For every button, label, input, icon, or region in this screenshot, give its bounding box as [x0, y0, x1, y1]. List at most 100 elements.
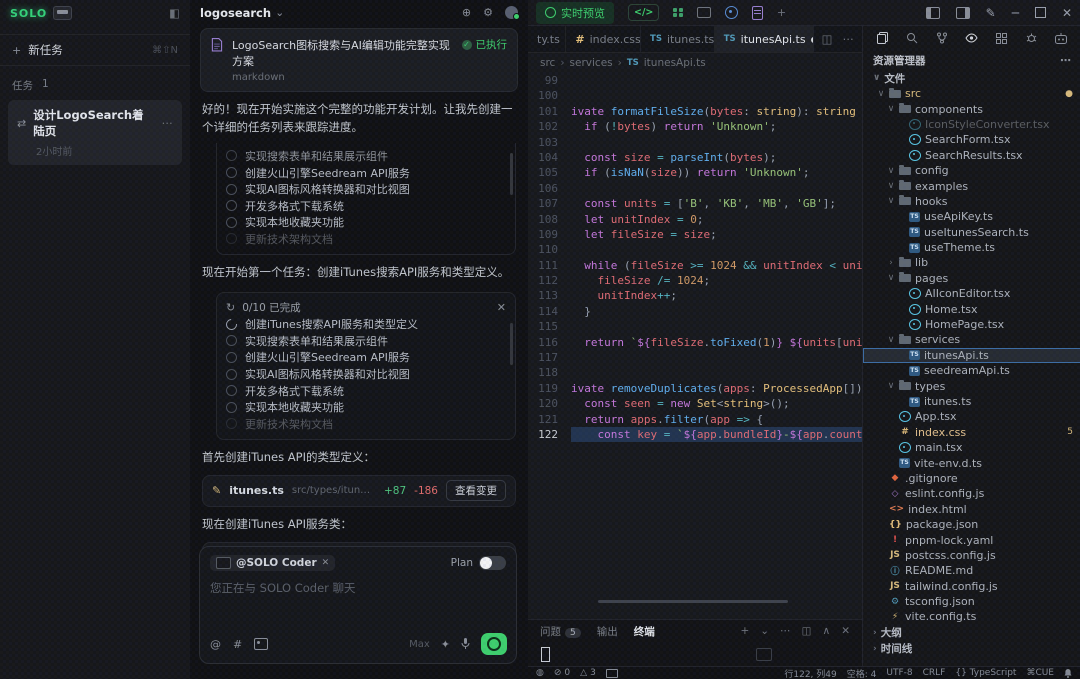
source-control-icon[interactable] — [937, 32, 947, 44]
tree-item-src[interactable]: ∨src● — [863, 86, 1080, 101]
new-chat-icon[interactable]: ⊕ — [462, 7, 471, 18]
chat-input[interactable]: 您正在与 SOLO Coder 聊天 — [210, 580, 506, 596]
image-attach-icon[interactable] — [254, 638, 268, 650]
code-line[interactable]: 114 } — [528, 304, 862, 319]
tree-item-types[interactable]: ∨types — [863, 378, 1080, 393]
extensions-icon[interactable] — [996, 33, 1007, 44]
tree-item-tailwind.config.js[interactable]: JStailwind.config.js — [863, 579, 1080, 594]
bell-icon[interactable] — [1064, 669, 1072, 678]
tree-item-Home.tsx[interactable]: Home.tsx — [863, 301, 1080, 316]
horizontal-scrollbar[interactable] — [598, 600, 788, 603]
code-line[interactable]: 117 — [528, 350, 862, 365]
tree-item-useItunesSearch.ts[interactable]: TSuseItunesSearch.ts — [863, 225, 1080, 240]
max-mode-label[interactable]: Max — [409, 639, 430, 650]
tree-item-seedreamApi.ts[interactable]: TSseedreamApi.ts — [863, 363, 1080, 378]
edit-layout-icon[interactable]: ✎ — [986, 6, 996, 20]
code-line[interactable]: 108 let unitIndex = 0; — [528, 212, 862, 227]
panel-up-icon[interactable]: ∧ — [823, 625, 831, 637]
bug-icon[interactable] — [1026, 32, 1037, 44]
code-line[interactable]: 113 unitIndex++; — [528, 288, 862, 303]
editor-tab-itunes.ts[interactable]: TSitunes.ts — [641, 26, 715, 52]
code-line[interactable]: 102 if (!bytes) return 'Unknown'; — [528, 119, 862, 134]
split-editor-icon[interactable]: ◫ — [822, 32, 833, 46]
more-icon[interactable]: ⋯ — [780, 625, 791, 637]
tree-item-vite-env.d.ts[interactable]: TSvite-env.d.ts — [863, 455, 1080, 470]
scrollbar-thumb[interactable] — [510, 153, 513, 195]
editor-tab-itunesApi.ts[interactable]: TSitunesApi.ts● — [715, 26, 814, 52]
tree-item-eslint.config.js[interactable]: ◇eslint.config.js — [863, 486, 1080, 501]
collapse-sidebar-icon[interactable]: ◧ — [169, 6, 180, 20]
remove-chip-icon[interactable]: ✕ — [322, 558, 330, 568]
document-icon[interactable] — [752, 6, 763, 20]
mention-chip[interactable]: @SOLO Coder ✕ — [210, 555, 335, 571]
maximize-button[interactable] — [1035, 7, 1046, 18]
grid-view-icon[interactable] — [673, 8, 683, 18]
errors-indicator[interactable]: ⊘0 — [554, 668, 570, 678]
breadcrumb[interactable]: src› services› TS itunesApi.ts — [528, 53, 862, 73]
close-button[interactable]: ✕ — [1062, 6, 1072, 20]
code-line[interactable]: 104 const size = parseInt(bytes); — [528, 150, 862, 165]
language-mode[interactable]: {} TypeScript — [955, 668, 1016, 678]
tree-item-pnpm-lock.yaml[interactable]: !pnpm-lock.yaml — [863, 532, 1080, 547]
chat-input-box[interactable]: @SOLO Coder ✕ Plan 您正在与 SOLO Coder 聊天 @ … — [199, 546, 517, 664]
code-line[interactable]: 118 — [528, 365, 862, 380]
tree-item-itunesApi.ts[interactable]: TSitunesApi.ts — [863, 348, 1080, 363]
chevron-down-icon[interactable]: ⌄ — [275, 7, 284, 18]
split-terminal-icon[interactable]: ◫ — [802, 625, 812, 637]
tree-item-HomePage.tsx[interactable]: HomePage.tsx — [863, 317, 1080, 332]
code-line[interactable]: 112 fileSize /= 1024; — [528, 273, 862, 288]
tree-item-itunes.ts[interactable]: TSitunes.ts — [863, 394, 1080, 409]
context-hash-icon[interactable]: # — [233, 639, 242, 650]
code-line[interactable]: 122 const key = `${app.bundleId}-${app.c… — [528, 427, 862, 442]
browser-icon[interactable] — [725, 6, 738, 19]
panel-right-icon[interactable] — [956, 7, 970, 19]
tree-item-services[interactable]: ∨services — [863, 332, 1080, 347]
tree-item-hooks[interactable]: ∨hooks — [863, 194, 1080, 209]
tree-item-package.json[interactable]: {}package.json — [863, 517, 1080, 532]
code-line[interactable]: 116 return `${fileSize.toFixed(1)} ${uni… — [528, 335, 862, 350]
files-icon[interactable] — [877, 32, 888, 44]
view-changes-button[interactable]: 查看变更 — [446, 480, 506, 501]
send-button[interactable] — [481, 633, 507, 655]
indentation[interactable]: 空格: 4 — [847, 667, 877, 679]
close-icon[interactable]: ✕ — [497, 302, 506, 313]
timeline-section-header[interactable]: › 时间线 — [863, 641, 1080, 657]
tree-item-pages[interactable]: ∨pages — [863, 271, 1080, 286]
tree-item-index.css[interactable]: #index.css5 — [863, 425, 1080, 440]
tree-item-examples[interactable]: ∨examples — [863, 178, 1080, 193]
panel-left-icon[interactable] — [926, 7, 940, 19]
tree-item-tsconfig.json[interactable]: ⚙tsconfig.json — [863, 594, 1080, 609]
file-diff-card[interactable]: ✎ itunes.ts src/types/itunes.ts +87 -186… — [202, 475, 516, 507]
code-line[interactable]: 110 — [528, 242, 862, 257]
new-terminal-icon[interactable]: + — [740, 625, 749, 637]
task-card[interactable]: ⇄ 设计LogoSearch着陆页 ⋯ 2小时前 — [8, 100, 182, 165]
minimize-button[interactable]: ─ — [1012, 6, 1019, 20]
tree-item-config[interactable]: ∨config — [863, 163, 1080, 178]
search-icon[interactable] — [906, 32, 918, 44]
tab-output[interactable]: 输出 — [597, 624, 618, 639]
new-task-button[interactable]: + 新任务 ⌘⇧N — [0, 34, 190, 66]
doc-card[interactable]: LogoSearch图标搜索与AI编辑功能完整实现方案 markdown ✓ 已… — [200, 28, 518, 92]
code-line[interactable]: 107 const units = ['B', 'KB', 'MB', 'GB'… — [528, 196, 862, 211]
tree-item-App.tsx[interactable]: App.tsx — [863, 409, 1080, 424]
mic-icon[interactable] — [461, 638, 470, 650]
avatar[interactable] — [505, 6, 518, 19]
chevron-down-icon[interactable]: ⌄ — [760, 625, 769, 637]
code-line[interactable]: 111 while (fileSize >= 1024 && unitIndex… — [528, 258, 862, 273]
ai-assistant-icon[interactable] — [1055, 33, 1067, 44]
tab-problems[interactable]: 问题5 — [540, 624, 581, 639]
code-line[interactable]: 106 — [528, 181, 862, 196]
code-line[interactable]: 119ivate removeDuplicates(apps: Processe… — [528, 381, 862, 396]
code-view-icon[interactable]: </> — [628, 4, 659, 21]
live-preview-tab[interactable]: 实时预览 — [536, 2, 614, 24]
eye-icon[interactable] — [965, 33, 978, 43]
tab-terminal[interactable]: 终端 — [634, 624, 655, 639]
tree-item-README.md[interactable]: ⓘREADME.md — [863, 563, 1080, 578]
more-icon[interactable]: ⋯ — [1060, 55, 1071, 66]
code-line[interactable]: 100 — [528, 88, 862, 103]
code-line[interactable]: 99 — [528, 73, 862, 88]
tree-item-components[interactable]: ∨components — [863, 101, 1080, 116]
code-line[interactable]: 101ivate formatFileSize(bytes: string): … — [528, 104, 862, 119]
window-view-icon[interactable] — [697, 7, 711, 18]
editor-tab-ty.ts[interactable]: ty.ts — [528, 26, 566, 52]
